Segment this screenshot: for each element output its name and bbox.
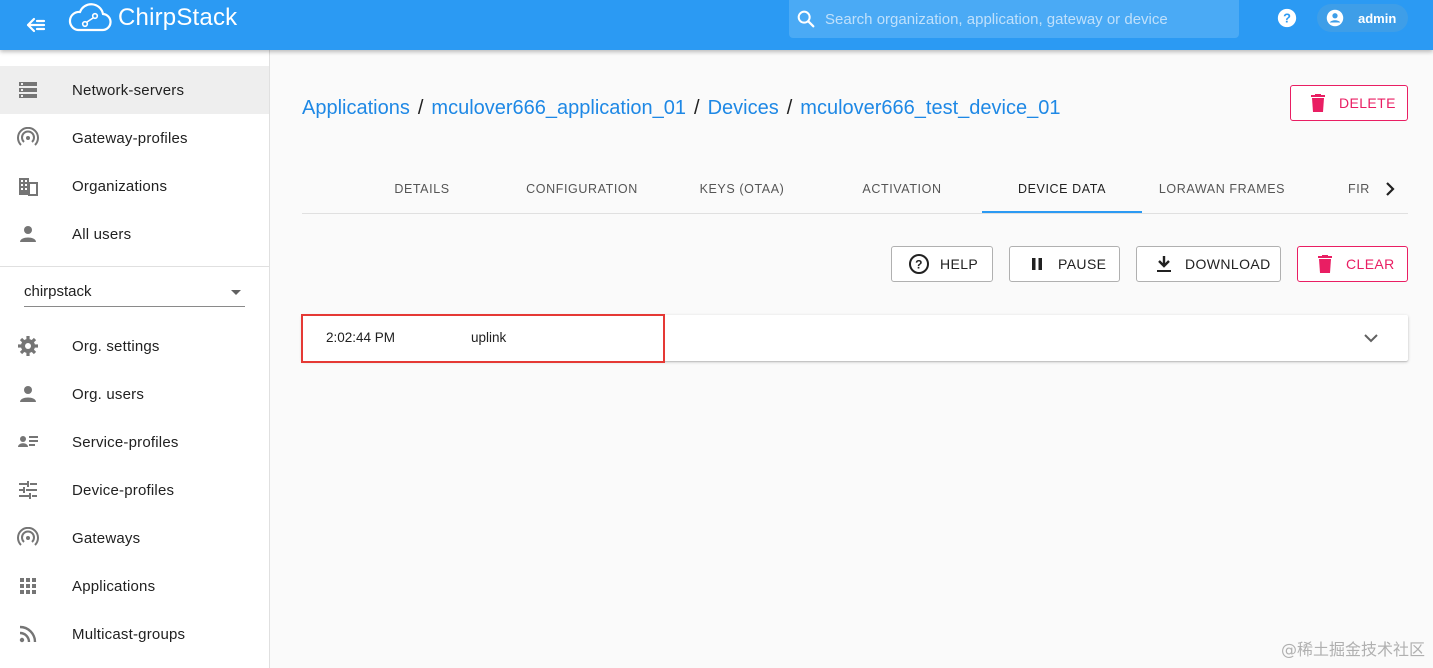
sidebar: Network-servers Gateway-profiles Organiz… (0, 50, 270, 668)
sidebar-item-label: Multicast-groups (72, 625, 186, 643)
person-icon (17, 383, 39, 405)
sidebar-item-network-servers[interactable]: Network-servers (0, 66, 269, 114)
search-box[interactable] (789, 0, 1239, 38)
device-event-row[interactable]: 2:02:44 PM uplink (302, 315, 1408, 361)
account-details-icon (17, 431, 39, 453)
user-menu-button[interactable]: admin (1317, 4, 1408, 32)
breadcrumb-link-applications[interactable]: Applications (302, 97, 410, 119)
pause-button[interactable]: PAUSE (1009, 246, 1120, 282)
svg-text:?: ? (915, 258, 923, 272)
wifi-tethering-icon (17, 127, 39, 149)
active-tab-indicator (982, 211, 1142, 213)
clear-button[interactable]: CLEAR (1297, 246, 1408, 282)
dropdown-arrow-icon (231, 290, 241, 295)
tab-lorawan-frames[interactable]: LORAWAN FRAMES (1142, 165, 1302, 213)
app-title: ChirpStack (118, 4, 238, 31)
organization-select[interactable]: chirpstack (24, 280, 245, 307)
sidebar-item-label: Gateways (72, 529, 141, 547)
sidebar-item-label: Org. settings (72, 337, 160, 355)
sidebar-item-service-profiles[interactable]: Service-profiles (0, 418, 269, 466)
breadcrumb-separator: / (417, 97, 424, 119)
sidebar-item-org-users[interactable]: Org. users (0, 370, 269, 418)
app-logo[interactable]: ChirpStack (68, 0, 237, 36)
help-icon[interactable]: ? (1276, 7, 1298, 29)
event-type: uplink (471, 330, 507, 345)
breadcrumb-separator: / (786, 97, 793, 119)
tab-configuration[interactable]: CONFIGURATION (502, 165, 662, 213)
breadcrumb-current-device[interactable]: mculover666_test_device_01 (800, 97, 1060, 119)
pause-button-label: PAUSE (1058, 256, 1107, 272)
tune-icon (17, 479, 39, 501)
chevron-right-icon[interactable] (1380, 179, 1400, 199)
sidebar-item-applications[interactable]: Applications (0, 562, 269, 610)
rss-icon (17, 623, 39, 645)
building-icon (17, 175, 39, 197)
tab-details[interactable]: DETAILS (342, 165, 502, 213)
menu-back-icon[interactable] (24, 13, 48, 37)
trash-icon (1307, 92, 1329, 114)
sidebar-item-device-profiles[interactable]: Device-profiles (0, 466, 269, 514)
gear-icon (17, 335, 39, 357)
sidebar-item-gateway-profiles[interactable]: Gateway-profiles (0, 114, 269, 162)
apps-grid-icon (17, 575, 39, 597)
tab-keys-otaa[interactable]: KEYS (OTAA) (662, 165, 822, 213)
watermark-text: @稀土掘金技术社区 (1280, 640, 1425, 659)
svg-text:?: ? (1283, 11, 1291, 26)
person-icon (17, 223, 39, 245)
chevron-down-icon[interactable] (1362, 329, 1380, 347)
delete-button[interactable]: DELETE (1290, 85, 1408, 121)
pause-icon (1026, 253, 1048, 275)
event-time: 2:02:44 PM (326, 330, 396, 345)
sidebar-item-label: Org. users (72, 385, 145, 403)
search-icon (797, 10, 815, 28)
breadcrumb: Applications / mculover666_application_01 /… (302, 97, 1060, 120)
sidebar-item-label: Gateway-profiles (72, 129, 188, 147)
sidebar-item-label: All users (72, 225, 132, 243)
sidebar-item-gateways[interactable]: Gateways (0, 514, 269, 562)
tab-activation[interactable]: ACTIVATION (822, 165, 982, 213)
clear-button-label: CLEAR (1346, 256, 1395, 272)
organization-select-value: chirpstack (24, 283, 92, 300)
device-tabs: DETAILS CONFIGURATION KEYS (OTAA) ACTIVA… (302, 165, 1408, 214)
sidebar-item-label: Device-profiles (72, 481, 175, 499)
breadcrumb-separator: / (694, 97, 700, 119)
help-button-label: HELP (940, 256, 979, 272)
account-circle-icon (1326, 9, 1344, 27)
sidebar-item-label: Network-servers (72, 81, 185, 99)
tab-device-data[interactable]: DEVICE DATA (982, 165, 1142, 213)
download-icon (1153, 253, 1175, 275)
sidebar-item-label: Organizations (72, 177, 168, 195)
sidebar-item-organizations[interactable]: Organizations (0, 162, 269, 210)
wifi-tethering-icon (17, 527, 39, 549)
server-icon (17, 79, 39, 101)
cloud-logo-icon (68, 3, 112, 32)
app-bar: ChirpStack ? admin (0, 0, 1433, 50)
download-button[interactable]: DOWNLOAD (1136, 246, 1281, 282)
sidebar-divider (0, 266, 269, 267)
help-circle-icon: ? (908, 253, 930, 275)
sidebar-item-multicast-groups[interactable]: Multicast-groups (0, 610, 269, 658)
breadcrumb-link-application[interactable]: mculover666_application_01 (431, 97, 686, 119)
trash-icon (1314, 253, 1336, 275)
user-name: admin (1358, 10, 1397, 26)
breadcrumb-link-devices[interactable]: Devices (708, 97, 779, 119)
help-button[interactable]: ? HELP (891, 246, 993, 282)
search-input[interactable] (825, 10, 1225, 28)
sidebar-item-label: Applications (72, 577, 156, 595)
sidebar-item-all-users[interactable]: All users (0, 210, 269, 258)
sidebar-item-label: Service-profiles (72, 433, 179, 451)
download-button-label: DOWNLOAD (1185, 256, 1271, 272)
delete-button-label: DELETE (1339, 95, 1396, 111)
sidebar-item-org-settings[interactable]: Org. settings (0, 322, 269, 370)
